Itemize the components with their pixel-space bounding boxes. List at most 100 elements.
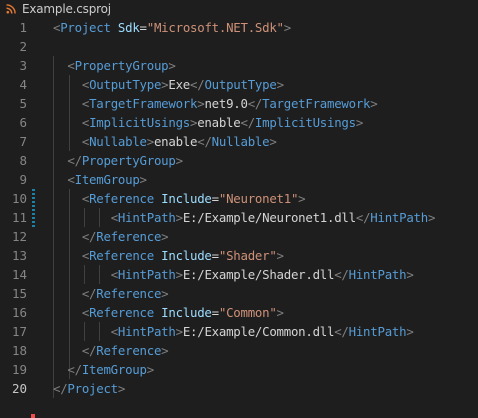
- code-text[interactable]: <HintPath>E:/Example/Common.dll</HintPat…: [53, 322, 414, 341]
- token-tag: HintPath: [117, 267, 176, 282]
- token-punc: >: [161, 286, 169, 301]
- token-tag: OutputType: [204, 77, 277, 92]
- token-tag: Reference: [89, 305, 154, 320]
- code-text[interactable]: <Reference Include="Common">: [53, 303, 284, 322]
- token-str: "Shader": [218, 248, 277, 263]
- code-text[interactable]: <OutputType>Exe</OutputType>: [53, 75, 284, 94]
- token-attr: Include: [161, 305, 212, 320]
- code-line[interactable]: 5 <TargetFramework>net9.0</TargetFramewo…: [0, 94, 478, 113]
- code-text[interactable]: </PropertyGroup>: [53, 151, 183, 170]
- code-line[interactable]: 10 <Reference Include="Neuronet1">: [0, 189, 478, 208]
- code-line[interactable]: 8 </PropertyGroup>: [0, 151, 478, 170]
- code-text[interactable]: <HintPath>E:/Example/Neuronet1.dll</Hint…: [53, 208, 436, 227]
- token-punc: <: [67, 172, 75, 187]
- code-text[interactable]: <ImplicitUsings>enable</ImplicitUsings>: [53, 113, 363, 132]
- token-punc: >: [146, 134, 154, 149]
- code-line[interactable]: 6 <ImplicitUsings>enable</ImplicitUsings…: [0, 113, 478, 132]
- line-number: 10: [11, 191, 27, 206]
- token-tag: HintPath: [348, 324, 407, 339]
- line-number: 17: [11, 324, 27, 339]
- code-line[interactable]: 7 <Nullable>enable</Nullable>: [0, 132, 478, 151]
- token-txt: =: [211, 248, 219, 263]
- code-text[interactable]: <Reference Include="Shader">: [53, 246, 284, 265]
- code-line[interactable]: 11 <HintPath>E:/Example/Neuronet1.dll</H…: [0, 208, 478, 227]
- code-line[interactable]: 14 <HintPath>E:/Example/Shader.dll</Hint…: [0, 265, 478, 284]
- code-line[interactable]: 17 <HintPath>E:/Example/Common.dll</Hint…: [0, 322, 478, 341]
- code-text[interactable]: </Reference>: [53, 227, 169, 246]
- line-number: 7: [19, 134, 27, 149]
- token-punc: </: [197, 134, 212, 149]
- code-line[interactable]: 12 </Reference>: [0, 227, 478, 246]
- token-punc: <: [110, 267, 118, 282]
- code-line[interactable]: 20 </Project>: [0, 379, 478, 398]
- token-punc: >: [370, 96, 378, 111]
- code-text[interactable]: <TargetFramework>net9.0</TargetFramework…: [53, 94, 378, 113]
- token-tag: TargetFramework: [89, 96, 198, 111]
- code-line[interactable]: 3 <PropertyGroup>: [0, 56, 478, 75]
- code-line[interactable]: 13 <Reference Include="Shader">: [0, 246, 478, 265]
- code-text[interactable]: </Reference>: [53, 284, 169, 303]
- token-punc: <: [81, 115, 90, 130]
- code-text[interactable]: </Project>: [53, 379, 125, 398]
- token-str: "Common": [218, 305, 277, 320]
- code-text[interactable]: <PropertyGroup>: [53, 56, 176, 75]
- line-number: 9: [19, 172, 27, 187]
- token-punc: >: [283, 20, 291, 35]
- token-punc: >: [168, 58, 176, 73]
- line-number: 16: [11, 305, 27, 320]
- token-punc: >: [161, 343, 169, 358]
- code-text[interactable]: </Reference>: [53, 341, 169, 360]
- code-line[interactable]: 15 </Reference>: [0, 284, 478, 303]
- code-editor[interactable]: 1 <Project Sdk="Microsoft.NET.Sdk"> 2 3 <Pr…: [0, 18, 478, 418]
- token-tag: TargetFramework: [262, 96, 371, 111]
- code-line[interactable]: 4 <OutputType>Exe</OutputType>: [0, 75, 478, 94]
- token-str: "Microsoft.NET.Sdk": [146, 20, 284, 35]
- code-text[interactable]: </ItemGroup>: [53, 360, 154, 379]
- token-tag: Nullable: [211, 134, 270, 149]
- token-txt: Exe: [168, 77, 191, 92]
- code-line[interactable]: 19 </ItemGroup>: [0, 360, 478, 379]
- code-line[interactable]: 16 <Reference Include="Common">: [0, 303, 478, 322]
- token-punc: >: [117, 381, 126, 396]
- token-tag: PropertyGroup: [81, 153, 176, 168]
- token-tag: Reference: [96, 286, 162, 301]
- token-tag: ItemGroup: [74, 172, 140, 187]
- token-txt: E:/Example/Common.dll: [182, 324, 335, 339]
- token-punc: <: [81, 96, 90, 111]
- line-number: 11: [11, 210, 27, 225]
- token-punc: >: [146, 362, 154, 377]
- code-line[interactable]: 18 </Reference>: [0, 341, 478, 360]
- editor-tab[interactable]: Example.csproj: [0, 0, 478, 18]
- token-punc: <: [110, 210, 118, 225]
- token-tag: HintPath: [370, 210, 428, 225]
- code-text[interactable]: <ItemGroup>: [53, 170, 147, 189]
- token-punc: >: [161, 229, 169, 244]
- line-number: 12: [11, 229, 27, 244]
- error-marker[interactable]: [31, 414, 35, 418]
- token-attr: Sdk: [117, 20, 140, 35]
- code-text[interactable]: <Reference Include="Neuronet1">: [53, 189, 306, 208]
- token-tag: Project: [67, 381, 118, 396]
- token-txt: =: [211, 191, 219, 206]
- code-text[interactable]: <Project Sdk="Microsoft.NET.Sdk">: [53, 18, 291, 37]
- code-line[interactable]: 1 <Project Sdk="Microsoft.NET.Sdk">: [0, 18, 478, 37]
- token-txt: =: [211, 305, 219, 320]
- code-text[interactable]: <Nullable>enable</Nullable>: [53, 132, 277, 151]
- code-line[interactable]: 2: [0, 37, 478, 56]
- token-tag: HintPath: [348, 267, 407, 282]
- code-line[interactable]: 9 <ItemGroup>: [0, 170, 478, 189]
- token-punc: >: [298, 191, 306, 206]
- code-text[interactable]: <HintPath>E:/Example/Shader.dll</HintPat…: [53, 265, 414, 284]
